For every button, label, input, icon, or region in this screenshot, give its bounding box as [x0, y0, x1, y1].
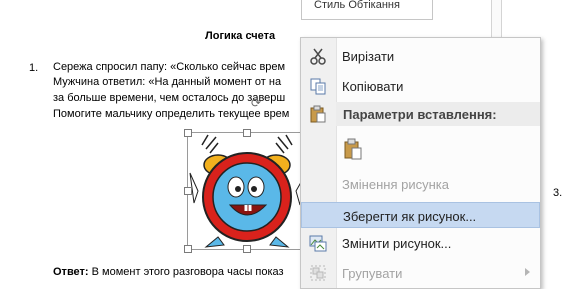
menu-item-label: Зберегти як рисунок... [343, 209, 477, 224]
menu-item-label: Копіювати [342, 79, 404, 94]
menu-item-label: Вирізати [342, 49, 395, 64]
answer-text: В момент этого разговора часы показ [88, 266, 284, 278]
change-picture-icon [309, 235, 327, 252]
text-line-1: Сережа спросил папу: «Сколько сейчас вре… [53, 61, 286, 73]
resize-handle-bl[interactable] [184, 245, 192, 253]
list-number: 1. [29, 62, 39, 74]
menu-item-paste-option[interactable] [301, 134, 540, 164]
paste-options-label: Параметри вставлення: [343, 107, 497, 122]
context-menu: Вирізати Копіювати Параметри вставлення:… [300, 37, 541, 289]
menu-item-copy[interactable]: Копіювати [301, 73, 540, 99]
resize-handle-tl[interactable] [184, 129, 192, 137]
menu-item-save-as-picture[interactable]: Зберегти як рисунок... [301, 202, 540, 228]
submenu-arrow-icon [525, 268, 530, 276]
menu-item-cut[interactable]: Вирізати [301, 43, 540, 69]
resize-handle-left[interactable] [184, 187, 192, 195]
selected-picture[interactable] [187, 132, 307, 250]
document-title: Логика счета [205, 30, 276, 42]
resize-handle-bottom[interactable] [243, 245, 251, 253]
style-wrap-label: Стиль Обтікання [314, 0, 400, 11]
menu-item-label: Змінення рисунка [342, 177, 449, 192]
group-icon [310, 265, 326, 281]
rotate-handle-icon[interactable]: ⟳ [251, 97, 263, 109]
menu-item-group[interactable]: Групувати [301, 260, 540, 286]
paste-icon [310, 105, 326, 123]
paste-option-icon [344, 138, 362, 160]
style-wrap-popup[interactable]: Стиль Обтікання [301, 0, 433, 20]
scissors-icon [310, 48, 326, 65]
paste-options-header: Параметри вставлення: [336, 102, 540, 126]
alarm-clock-picture [189, 134, 305, 248]
answer-line: Ответ: В момент этого разговора часы пок… [53, 266, 284, 278]
right-list-number: 3. [553, 187, 563, 199]
menu-item-change-picture[interactable]: Змінити рисунок... [301, 230, 540, 256]
text-line-2: Мужчина ответил: «На данный момент от на [53, 76, 282, 88]
answer-label: Ответ: [53, 266, 89, 278]
menu-item-label: Змінити рисунок... [342, 236, 452, 251]
copy-icon [310, 78, 326, 95]
resize-handle-top[interactable] [243, 129, 251, 137]
menu-item-edit-picture[interactable]: Змінення рисунка [301, 171, 540, 197]
